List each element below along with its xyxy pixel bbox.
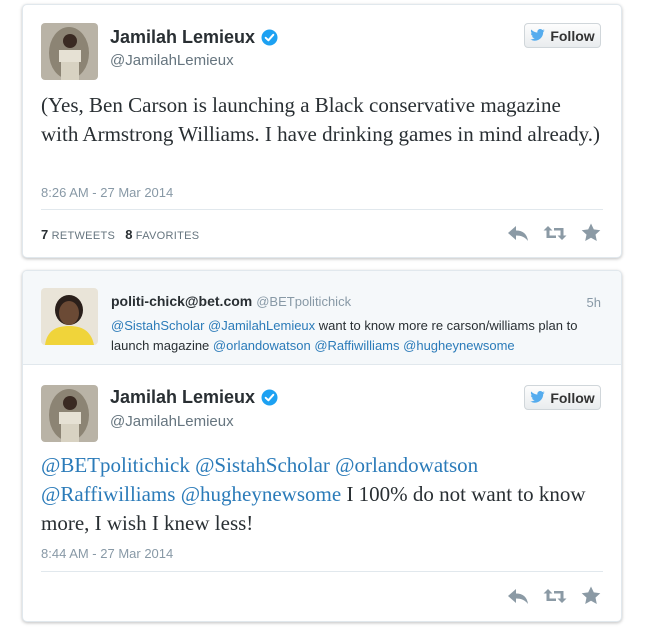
tweet-timestamp[interactable]: 8:26 AM - 27 Mar 2014: [41, 185, 173, 200]
follow-label: Follow: [550, 389, 595, 406]
retweet-icon[interactable]: [543, 224, 567, 242]
tweet-card-2: politi-chick@bet.com @BETpolitichick 5h @…: [22, 270, 622, 622]
avatar-photo-icon: [41, 23, 98, 80]
favorites-stat[interactable]: 8 FAVORITES: [125, 227, 200, 242]
tweet-actions: [507, 223, 601, 242]
tweet-text: (Yes, Ben Carson is launching a Black co…: [41, 93, 601, 146]
mention-link[interactable]: @SistahScholar: [111, 318, 204, 333]
author-name-text: Jamilah Lemieux: [110, 387, 256, 407]
favorites-count: 8: [125, 227, 133, 242]
follow-button[interactable]: Follow: [524, 385, 601, 410]
reply-text: @SistahScholar @JamilahLemieux want to k…: [111, 316, 611, 356]
favorites-label: FAVORITES: [135, 230, 200, 242]
reply-author-name: politi-chick@bet.com: [111, 293, 253, 309]
retweets-label: RETWEETS: [51, 230, 116, 242]
twitter-bird-icon: [530, 28, 546, 44]
author-avatar[interactable]: [41, 23, 98, 80]
reply-icon[interactable]: [507, 224, 529, 242]
author-name[interactable]: Jamilah Lemieux: [110, 27, 278, 51]
author-name[interactable]: Jamilah Lemieux: [110, 387, 278, 411]
author-avatar[interactable]: [41, 385, 98, 442]
divider: [41, 571, 603, 572]
mention-link[interactable]: @Raffiwilliams: [41, 482, 175, 506]
mention-link[interactable]: @JamilahLemieux: [208, 318, 315, 333]
mention-link[interactable]: @orlandowatson: [213, 338, 311, 353]
tweet-actions: [507, 586, 601, 605]
mention-link[interactable]: @hugheynewsome: [403, 338, 514, 353]
tweet-timestamp[interactable]: 8:44 AM - 27 Mar 2014: [41, 546, 173, 561]
reply-author[interactable]: politi-chick@bet.com @BETpolitichick: [111, 293, 351, 309]
reply-time[interactable]: 5h: [587, 295, 601, 310]
retweet-icon[interactable]: [543, 587, 567, 605]
verified-badge-icon: [261, 389, 278, 411]
favorite-star-icon[interactable]: [581, 586, 601, 605]
tweet-card-1: Jamilah Lemieux @JamilahLemieux Follow (…: [22, 4, 622, 258]
follow-button[interactable]: Follow: [524, 23, 601, 48]
avatar-photo-icon: [41, 385, 98, 442]
in-reply-to-tweet[interactable]: politi-chick@bet.com @BETpolitichick 5h @…: [23, 271, 621, 365]
reply-icon[interactable]: [507, 587, 529, 605]
author-handle[interactable]: @JamilahLemieux: [110, 413, 234, 430]
reply-author-handle: @BETpolitichick: [256, 294, 352, 309]
retweets-count: 7: [41, 227, 49, 242]
follow-label: Follow: [550, 27, 595, 44]
author-name-text: Jamilah Lemieux: [110, 27, 256, 47]
tweet-text: @BETpolitichick @SistahScholar @orlandow…: [41, 451, 601, 538]
avatar-photo-icon: [41, 288, 98, 345]
mention-link[interactable]: @orlandowatson: [335, 453, 478, 477]
mention-link[interactable]: @hugheynewsome: [181, 482, 341, 506]
mention-link[interactable]: @SistahScholar: [195, 453, 330, 477]
retweets-stat[interactable]: 7 RETWEETS: [41, 227, 116, 242]
mention-link[interactable]: @BETpolitichick: [41, 453, 190, 477]
mention-link[interactable]: @Raffiwilliams: [314, 338, 399, 353]
author-handle[interactable]: @JamilahLemieux: [110, 52, 234, 69]
divider: [41, 209, 603, 210]
tweet-stats: 7 RETWEETS 8 FAVORITES: [41, 227, 199, 242]
verified-badge-icon: [261, 29, 278, 51]
twitter-bird-icon: [530, 390, 546, 406]
reply-author-avatar[interactable]: [41, 288, 98, 345]
favorite-star-icon[interactable]: [581, 223, 601, 242]
